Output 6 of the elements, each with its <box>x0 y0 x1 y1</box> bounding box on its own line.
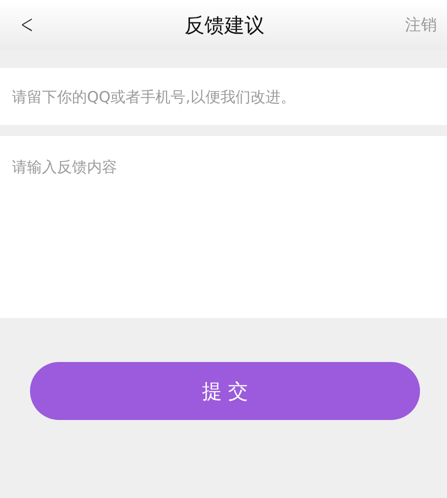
submit-button[interactable]: 提 交 <box>30 362 420 420</box>
back-button[interactable]: < <box>16 10 38 40</box>
contact-field[interactable]: 请留下你的QQ或者手机号,以便我们改进。 <box>0 68 447 125</box>
feedback-field[interactable]: 请输入反馈内容 <box>0 136 447 318</box>
logout-button[interactable]: 注销 <box>404 14 437 36</box>
page-title: 反馈建议 <box>184 12 264 38</box>
